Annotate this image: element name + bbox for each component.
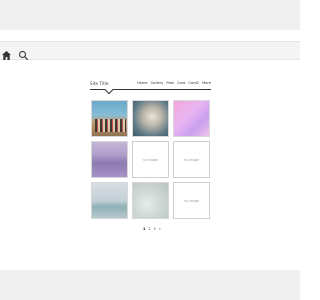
- home-icon[interactable]: [1, 46, 12, 60]
- gallery-tile[interactable]: [132, 100, 169, 137]
- nav-item-more[interactable]: More: [202, 81, 211, 85]
- nav-item-home[interactable]: Home: [137, 81, 148, 85]
- gallery-tile-placeholder[interactable]: no image: [173, 182, 210, 219]
- page-1[interactable]: 1: [143, 227, 145, 231]
- site-title[interactable]: Site Title: [90, 81, 109, 86]
- pagination: 1 2 3 »: [143, 227, 161, 231]
- no-image-label: no image: [184, 157, 199, 162]
- nav-item-card2[interactable]: Card2: [188, 81, 199, 85]
- gallery-tile[interactable]: [91, 141, 128, 178]
- photo-group-people: [95, 119, 126, 132]
- site-header: Site Title Home Gallery Post Card Card2 …: [90, 81, 211, 97]
- main-nav: Home Gallery Post Card Card2 More: [137, 81, 211, 85]
- nav-item-card[interactable]: Card: [177, 81, 185, 85]
- nav-item-gallery[interactable]: Gallery: [151, 81, 164, 85]
- page-3[interactable]: 3: [154, 227, 156, 231]
- gallery-tile-placeholder[interactable]: no image: [173, 141, 210, 178]
- gallery-tile[interactable]: [91, 100, 128, 137]
- gallery-grid: no image no image no image: [91, 100, 210, 219]
- page-2[interactable]: 2: [148, 227, 150, 231]
- gallery-tile-placeholder[interactable]: no image: [132, 141, 169, 178]
- browser-toolbar: [0, 41, 300, 61]
- bottom-band: [0, 270, 300, 300]
- gallery-tile[interactable]: [91, 182, 128, 219]
- no-image-label: no image: [184, 198, 199, 203]
- search-icon[interactable]: [18, 46, 29, 61]
- top-band: [0, 0, 300, 30]
- nav-item-post[interactable]: Post: [166, 81, 174, 85]
- next-page[interactable]: »: [159, 227, 161, 231]
- gallery-tile[interactable]: [173, 100, 210, 137]
- no-image-label: no image: [143, 157, 158, 162]
- header-notch: [104, 85, 114, 95]
- gallery-tile[interactable]: [132, 182, 169, 219]
